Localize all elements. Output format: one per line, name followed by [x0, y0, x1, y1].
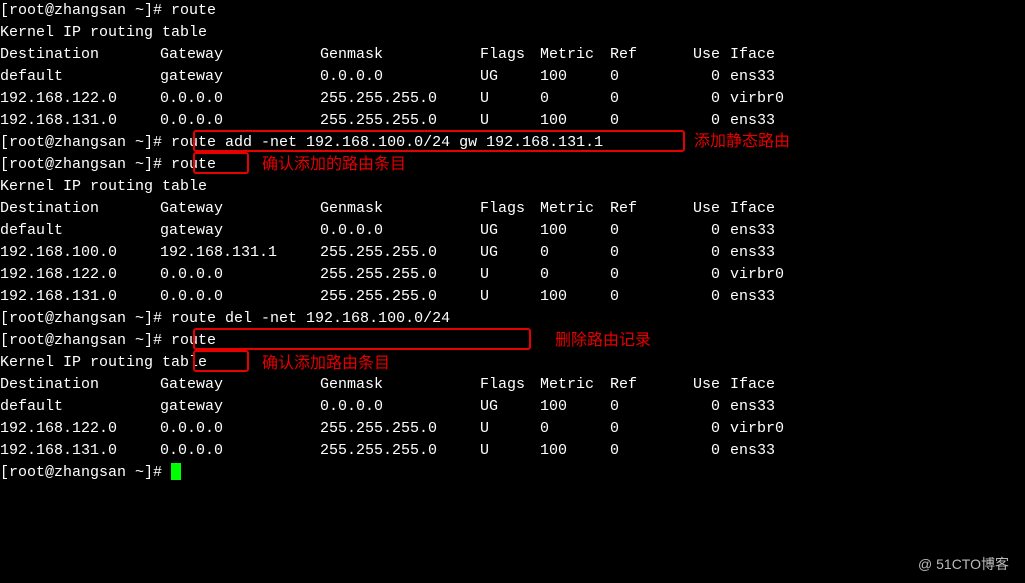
table-row: defaultgateway0.0.0.0UG10000ens33: [0, 396, 1025, 418]
prompt-line: [root@zhangsan ~]# route: [0, 154, 1025, 176]
cmd-route: route: [171, 156, 216, 173]
table-row: 192.168.131.00.0.0.0255.255.255.0U10000e…: [0, 110, 1025, 132]
terminal[interactable]: [root@zhangsan ~]# routeKernel IP routin…: [0, 0, 1025, 484]
table-row: 192.168.122.00.0.0.0255.255.255.0U000vir…: [0, 264, 1025, 286]
table-row: defaultgateway0.0.0.0UG10000ens33: [0, 66, 1025, 88]
table-title: Kernel IP routing table: [0, 352, 1025, 374]
table-row: 192.168.122.00.0.0.0255.255.255.0U000vir…: [0, 418, 1025, 440]
cmd-route: route: [171, 332, 216, 349]
prompt-line: [root@zhangsan ~]# route: [0, 0, 1025, 22]
table-header: DestinationGatewayGenmaskFlagsMetricRefU…: [0, 374, 1025, 396]
table-header: DestinationGatewayGenmaskFlagsMetricRefU…: [0, 198, 1025, 220]
table-row: 192.168.100.0192.168.131.1255.255.255.0U…: [0, 242, 1025, 264]
table-row: 192.168.131.00.0.0.0255.255.255.0U10000e…: [0, 440, 1025, 462]
table-row: defaultgateway0.0.0.0UG10000ens33: [0, 220, 1025, 242]
table-title: Kernel IP routing table: [0, 176, 1025, 198]
cmd-add: route add -net 192.168.100.0/24 gw 192.1…: [171, 134, 603, 151]
cursor-icon: [171, 463, 181, 480]
prompt-line: [root@zhangsan ~]# route add -net 192.16…: [0, 132, 1025, 154]
prompt-line: [root@zhangsan ~]# route del -net 192.16…: [0, 308, 1025, 330]
prompt-line[interactable]: [root@zhangsan ~]#: [0, 462, 1025, 484]
table-header: DestinationGatewayGenmaskFlagsMetricRefU…: [0, 44, 1025, 66]
prompt-line: [root@zhangsan ~]# route: [0, 330, 1025, 352]
table-row: 192.168.122.00.0.0.0255.255.255.0U000vir…: [0, 88, 1025, 110]
cmd-del: route del -net 192.168.100.0/24: [171, 310, 450, 327]
watermark: @ 51CTO博客: [918, 553, 1009, 575]
table-row: 192.168.131.00.0.0.0255.255.255.0U10000e…: [0, 286, 1025, 308]
table-title: Kernel IP routing table: [0, 22, 1025, 44]
